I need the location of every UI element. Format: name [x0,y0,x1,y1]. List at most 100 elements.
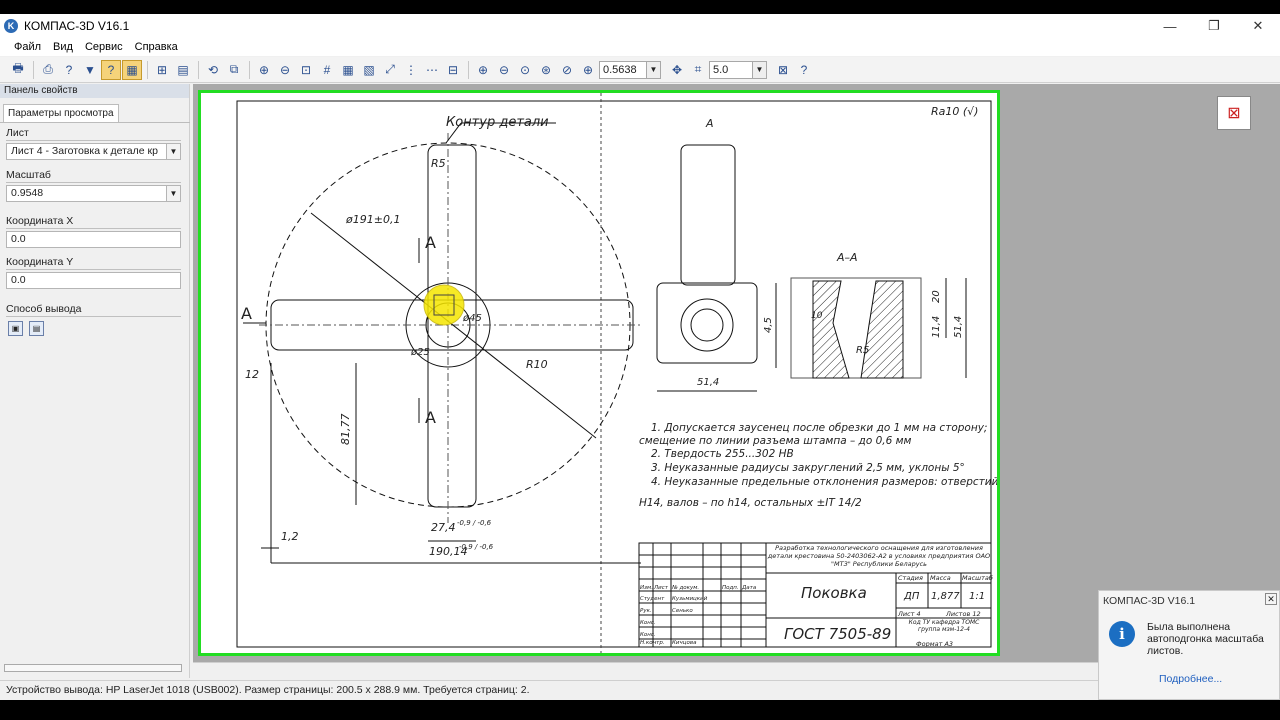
tb-name-head: Сенько [672,608,693,614]
dim-1-2: 1,2 [281,530,299,543]
dim-81-77: 81,77 [339,414,352,446]
page-remove-icon[interactable]: ⊖ [275,60,295,80]
zoom-all-icon[interactable]: ⊕ [578,60,598,80]
output-method-label: Способ вывода [6,303,82,315]
note-4: 4. Неуказанные предельные отклонения раз… [651,476,997,488]
cross-vertical [427,144,477,508]
align-icon[interactable]: ⋮ [401,60,421,80]
scale-icon[interactable]: ⤢ [380,60,400,80]
exit-preview-icon[interactable]: ⊠ [1217,96,1251,130]
chevron-down-icon[interactable]: ▼ [646,61,660,78]
filter-icon[interactable]: ▼ [80,60,100,80]
menu-file[interactable]: Файл [8,41,47,53]
close-button[interactable]: ✕ [1236,14,1280,38]
chevron-down-icon[interactable]: ▼ [166,186,180,201]
help-filter-icon[interactable]: ? [59,60,79,80]
sheet-select[interactable]: Лист 4 - Заготовка к детале кр ▼ [6,143,181,160]
sheet-select-value: Лист 4 - Заготовка к детале кр [11,145,158,157]
page-fit-icon[interactable]: ⊡ [296,60,316,80]
menu-service[interactable]: Сервис [79,41,129,53]
tb-role-ncontrol: Н.контр. [640,640,665,646]
toast-details-link[interactable]: Подробнее... [1159,673,1222,685]
tb-col-doc: № докум. [671,585,699,591]
stage-label: Стадия [898,574,923,582]
tile-fit-icon[interactable]: ▧ [359,60,379,80]
coord-y-input[interactable]: 0.0 [6,272,181,289]
divider [6,228,181,229]
zoom-out-icon[interactable]: ⊖ [494,60,514,80]
zoom-dynamic-icon[interactable]: ⊛ [536,60,556,80]
notification-toast: КОМПАС-3D V16.1 ✕ i Была выполнена автоп… [1098,590,1280,700]
dim-10: 10 [811,311,823,321]
help-pointer-icon[interactable]: ? [794,60,814,80]
minimize-button[interactable]: — [1148,14,1192,38]
distribute-icon[interactable]: ⋯ [422,60,442,80]
arrange-icon[interactable]: ⊟ [443,60,463,80]
toolbar-separator [468,60,469,79]
coord-y-label: Координата Y [6,256,74,268]
pan-icon[interactable]: ✥ [667,60,687,80]
output-mode-1-icon[interactable]: ▣ [8,321,23,336]
copy-icon[interactable]: ⧉ [224,60,244,80]
step-combo[interactable]: 5.0 ▼ [709,60,767,79]
zoom-in-icon[interactable]: ⊕ [473,60,493,80]
toolbar-separator [249,60,250,79]
chevron-down-icon[interactable]: ▼ [166,144,180,159]
dim-diameter-191: ø191±0,1 [345,213,400,226]
dim-27-4: 27,4 [431,521,456,534]
section-a-left: A [241,304,252,323]
section-aa-label: A–A [836,251,858,264]
menu-view[interactable]: Вид [47,41,79,53]
tb-role-cons2: Конс. [640,632,656,638]
format-label: Формат А3 [916,640,953,648]
menu-bar: Файл Вид Сервис Справка [0,38,1280,56]
org-text: Код ТУ кафедра ТОМС группа мзм-12-4 [908,619,980,633]
toolbar-separator [147,60,148,79]
sheet-icon[interactable]: ▤ [173,60,193,80]
tb-col-izm: Изм. [640,585,653,591]
layout-icon[interactable]: ⊞ [152,60,172,80]
grid-icon[interactable]: # [317,60,337,80]
menu-help[interactable]: Справка [129,41,184,53]
toast-close-icon[interactable]: ✕ [1265,593,1277,605]
panel-scrollbar[interactable] [4,664,182,672]
section-a-top: A [425,233,436,252]
zoom-window-icon[interactable]: ⊙ [515,60,535,80]
grid-select-icon[interactable]: ▦ [122,59,142,80]
restore-button[interactable]: ❐ [1192,14,1236,38]
kompas-logo-icon: K [4,19,18,33]
mass-value: 1,877 [931,591,960,602]
close-preview-icon[interactable]: ⊠ [773,60,793,80]
tile-icon[interactable]: ▦ [338,60,358,80]
dim-190-14-tol: -0,9 / -0,6 [459,543,494,551]
chevron-down-icon[interactable]: ▼ [752,61,766,78]
toast-title: КОМПАС-3D V16.1 [1103,595,1196,607]
scale-header: Масштаб [962,574,993,582]
divider [6,182,181,183]
scale-select-value: 0.9548 [11,187,44,199]
page-add-icon[interactable]: ⊕ [254,60,274,80]
stage-value: ДП [903,591,920,602]
main-toolbar: 🖶 ⎙ ? ▼ ? ▦ ⊞ ▤ ⟲ ⧉ ⊕ ⊖ ⊡ # ▦ ▧ ⤢ ⋮ ⋯ ⊟ … [0,57,1280,83]
rotate-icon[interactable]: ⟲ [203,60,223,80]
context-help-icon[interactable]: ? [101,59,121,80]
output-mode-2-icon[interactable]: ▤ [29,321,44,336]
tb-role-head: Рук. [640,608,652,614]
note-2: 2. Твердость 255...302 НВ [651,448,794,460]
step-icon[interactable]: ⌗ [688,60,708,80]
horizontal-scrollbar[interactable] [193,662,1098,678]
drawing-sheet[interactable]: Ra10 (√) Контур детали A A A A A–A ø191±… [198,90,1000,656]
zoom-previous-icon[interactable]: ⊘ [557,60,577,80]
print-icon[interactable]: 🖶 [8,60,28,80]
printer-setup-icon[interactable]: ⎙ [38,60,58,80]
panel-title: Панель свойств [0,84,189,98]
tab-view-params[interactable]: Параметры просмотра [3,104,119,122]
coord-x-input[interactable]: 0.0 [6,231,181,248]
zoom-combo[interactable]: 0.5638 ▼ [599,60,661,79]
scale-select[interactable]: 0.9548 ▼ [6,185,181,202]
scale-label: Масштаб [6,169,51,181]
sheets-count: Листов 12 [945,610,981,618]
dim-d45: ø45 [462,313,482,324]
tb-name-ncontrol: Кичцова [672,640,697,646]
divider [6,140,181,141]
